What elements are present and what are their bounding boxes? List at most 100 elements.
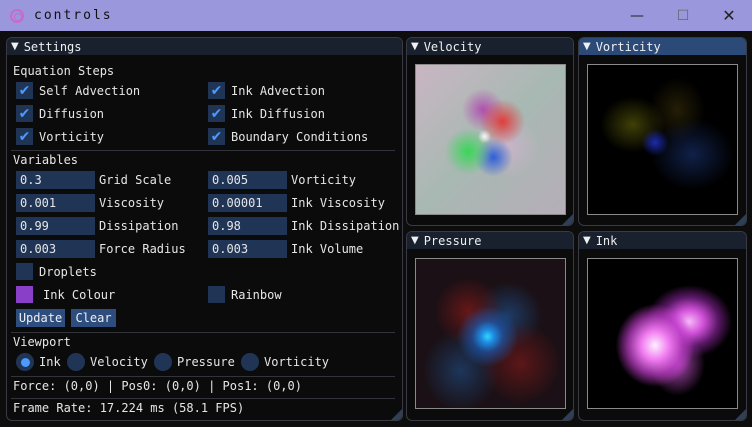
viewport-radio-pressure[interactable]: Pressure — [154, 353, 235, 371]
maximize-button[interactable]: ☐ — [660, 0, 706, 31]
settings-header[interactable]: ▼ Settings — [7, 38, 402, 55]
checkbox-box — [16, 263, 33, 280]
checkmark-icon: ✔ — [16, 82, 33, 99]
vorticity-panel: ▼ Vorticity — [578, 37, 747, 226]
ink-viscosity-input[interactable]: 0.00001 — [208, 194, 287, 212]
ink-advection-checkbox[interactable]: ✔ Ink Advection — [208, 82, 325, 99]
force-radius-input[interactable]: 0.003 — [16, 240, 95, 258]
self-advection-checkbox[interactable]: ✔ Self Advection — [16, 82, 140, 99]
resize-grip[interactable] — [562, 214, 573, 225]
viewport-radio-vorticity[interactable]: Vorticity — [241, 353, 329, 371]
checkbox-label: Diffusion — [39, 106, 105, 121]
checkbox-label: Self Advection — [39, 83, 141, 98]
resize-grip[interactable] — [562, 409, 573, 420]
checkbox-label: Ink Advection — [231, 83, 325, 98]
radio-dot — [241, 353, 259, 371]
vorticity-label: Vorticity — [291, 173, 357, 187]
ink-volume-input[interactable]: 0.003 — [208, 240, 287, 258]
checkbox-box — [208, 286, 225, 303]
collapse-arrow-icon[interactable]: ▼ — [583, 235, 591, 246]
pressure-title: Pressure — [423, 233, 482, 248]
radio-label: Pressure — [177, 355, 235, 369]
window-title: controls — [34, 8, 113, 23]
ink-dissipation-label: Ink Dissipation — [291, 219, 400, 233]
ink-panel: ▼ Ink — [578, 231, 747, 421]
vorticity-view[interactable] — [587, 64, 738, 215]
separator — [11, 332, 395, 333]
settings-title: Settings — [23, 39, 82, 54]
ink-title: Ink — [595, 233, 618, 248]
pressure-panel: ▼ Pressure — [406, 231, 574, 421]
minimize-button[interactable]: — — [614, 0, 660, 31]
droplets-checkbox[interactable]: Droplets — [16, 263, 97, 280]
ink-dissipation-input[interactable]: 0.98 — [208, 217, 287, 235]
vorticity-header[interactable]: ▼ Vorticity — [579, 38, 746, 55]
vorticity-title: Vorticity — [595, 39, 661, 54]
grid-scale-input[interactable]: 0.3 — [16, 171, 95, 189]
ink-view[interactable] — [587, 258, 738, 409]
window-titlebar[interactable]: controls — ☐ ✕ — [0, 0, 752, 31]
checkbox-label: Ink Diffusion — [231, 106, 325, 121]
boundary-conditions-checkbox[interactable]: ✔ Boundary Conditions — [208, 128, 368, 145]
update-button[interactable]: Update — [16, 309, 65, 327]
force-status: Force: (0,0) | Pos0: (0,0) | Pos1: (0,0) — [13, 379, 302, 393]
velocity-view[interactable] — [415, 64, 566, 215]
ink-colour-label: Ink Colour — [43, 288, 116, 302]
checkmark-icon: ✔ — [208, 128, 225, 145]
viewport-radio-velocity[interactable]: Velocity — [67, 353, 148, 371]
vorticity-checkbox[interactable]: ✔ Vorticity — [16, 128, 104, 145]
grid-scale-label: Grid Scale — [99, 173, 172, 187]
radio-dot — [67, 353, 85, 371]
ink-colour-swatch[interactable] — [16, 286, 33, 303]
checkbox-label: Vorticity — [39, 129, 105, 144]
variables-label: Variables — [13, 153, 79, 167]
clear-button[interactable]: Clear — [71, 309, 116, 327]
viscosity-label: Viscosity — [99, 196, 165, 210]
separator — [11, 150, 395, 151]
frame-rate-status: Frame Rate: 17.224 ms (58.1 FPS) — [13, 401, 245, 415]
checkbox-label: Boundary Conditions — [231, 129, 369, 144]
radio-label: Velocity — [90, 355, 148, 369]
radio-dot — [154, 353, 172, 371]
velocity-title: Velocity — [423, 39, 482, 54]
velocity-panel: ▼ Velocity — [406, 37, 574, 226]
viewport-label: Viewport — [13, 335, 71, 349]
app-icon — [10, 8, 24, 23]
collapse-arrow-icon[interactable]: ▼ — [411, 41, 419, 52]
viscosity-input[interactable]: 0.001 — [16, 194, 95, 212]
ink-diffusion-checkbox[interactable]: ✔ Ink Diffusion — [208, 105, 325, 122]
resize-grip[interactable] — [735, 214, 746, 225]
radio-label: Ink — [39, 355, 61, 369]
velocity-header[interactable]: ▼ Velocity — [407, 38, 573, 55]
pressure-header[interactable]: ▼ Pressure — [407, 232, 573, 249]
close-button[interactable]: ✕ — [706, 0, 752, 31]
vorticity-input[interactable]: 0.005 — [208, 171, 287, 189]
collapse-arrow-icon[interactable]: ▼ — [11, 41, 19, 52]
radio-dot — [16, 353, 34, 371]
collapse-arrow-icon[interactable]: ▼ — [583, 41, 591, 52]
resize-grip[interactable] — [735, 409, 746, 420]
settings-panel: ▼ Settings Equation Steps ✔ Self Advecti… — [6, 37, 403, 421]
checkmark-icon: ✔ — [208, 82, 225, 99]
force-radius-label: Force Radius — [99, 242, 186, 256]
checkmark-icon: ✔ — [16, 105, 33, 122]
checkmark-icon: ✔ — [16, 128, 33, 145]
dissipation-label: Dissipation — [99, 219, 179, 233]
ink-volume-label: Ink Volume — [291, 242, 364, 256]
viewport-radio-ink[interactable]: Ink — [16, 353, 61, 371]
pressure-view[interactable] — [415, 258, 566, 409]
checkbox-label: Droplets — [39, 264, 97, 279]
checkbox-label: Rainbow — [231, 287, 282, 302]
diffusion-checkbox[interactable]: ✔ Diffusion — [16, 105, 104, 122]
ink-viscosity-label: Ink Viscosity — [291, 196, 385, 210]
collapse-arrow-icon[interactable]: ▼ — [411, 235, 419, 246]
equation-steps-label: Equation Steps — [13, 64, 115, 78]
ink-header[interactable]: ▼ Ink — [579, 232, 746, 249]
separator — [11, 398, 395, 399]
separator — [11, 376, 395, 377]
radio-label: Vorticity — [264, 355, 330, 369]
resize-grip[interactable] — [391, 409, 402, 420]
dissipation-input[interactable]: 0.99 — [16, 217, 95, 235]
rainbow-checkbox[interactable]: Rainbow — [208, 286, 282, 303]
checkmark-icon: ✔ — [208, 105, 225, 122]
